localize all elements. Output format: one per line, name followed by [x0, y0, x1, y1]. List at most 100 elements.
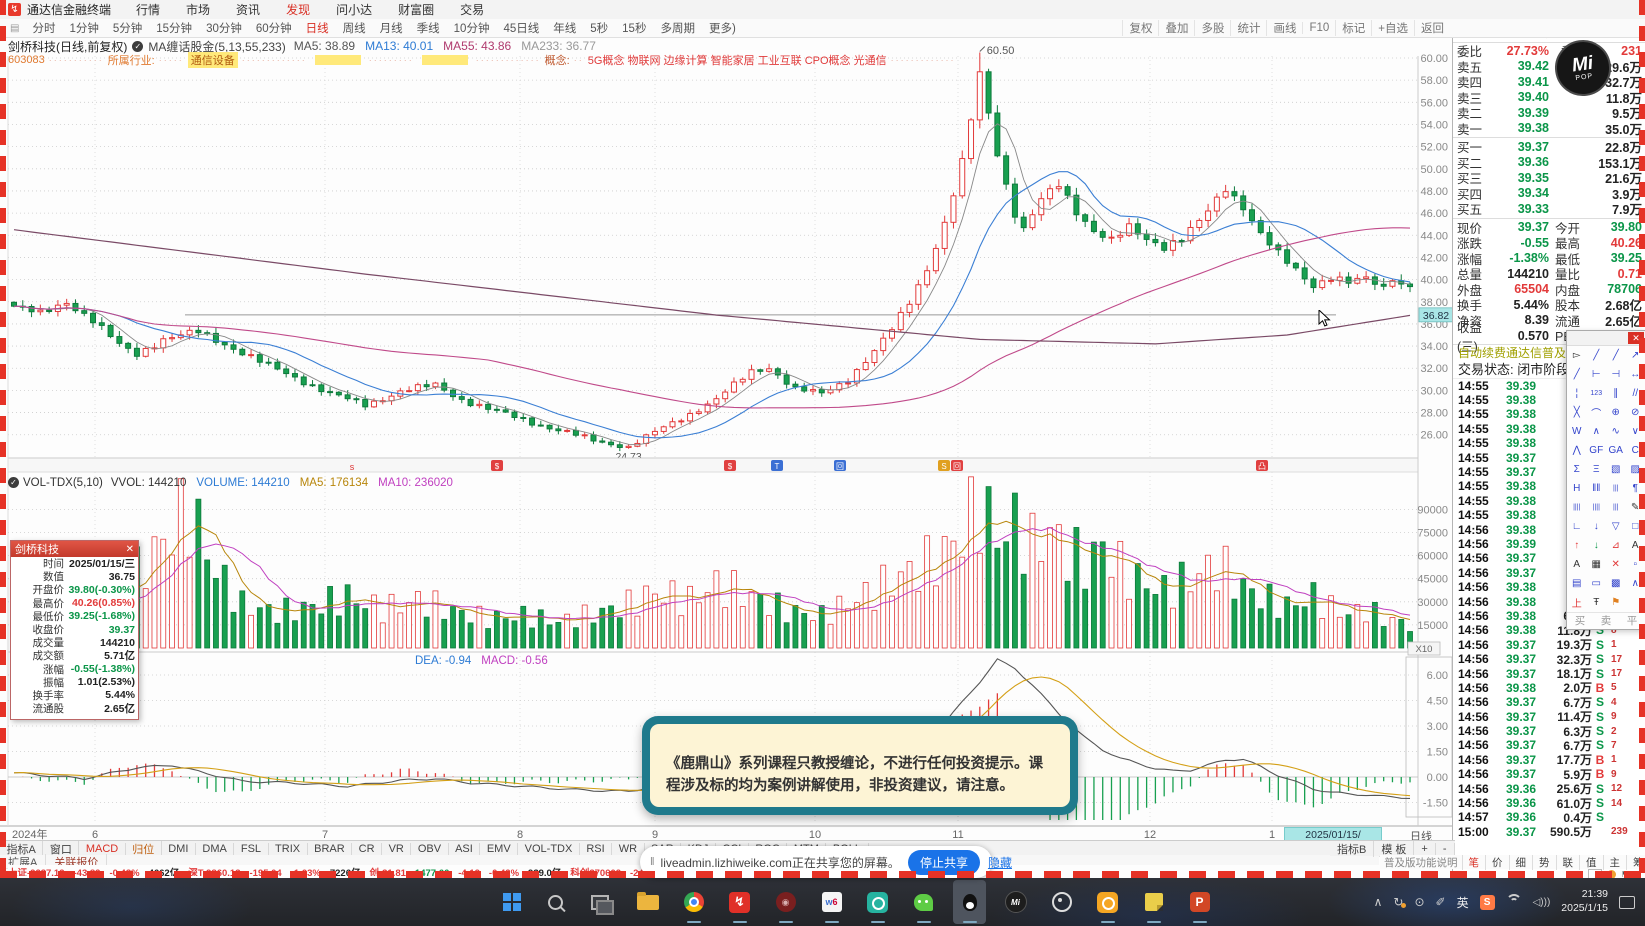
draw-tool-4-2[interactable]: ∿ — [1606, 422, 1626, 441]
draw-tool-2-0[interactable]: ¦ — [1567, 384, 1587, 403]
taskbar-teal-icon[interactable] — [861, 880, 894, 924]
taskbar-note-icon[interactable] — [1137, 880, 1170, 924]
taskbar-search-icon[interactable] — [539, 880, 572, 924]
taskbar-word-icon[interactable]: w6 — [815, 880, 848, 924]
period-1分钟[interactable]: 1分钟 — [62, 20, 105, 36]
draw-tool-6-1[interactable]: Ξ — [1587, 460, 1607, 479]
period-多周期[interactable]: 多周期 — [653, 20, 702, 36]
draw-tool-11-0[interactable]: A — [1567, 555, 1587, 574]
draw-tool-1-0[interactable]: ╱ — [1567, 365, 1587, 384]
menu-item-交易[interactable]: 交易 — [447, 3, 497, 17]
draw-tool-13-3[interactable] — [1626, 593, 1645, 612]
draw-tool-7-0[interactable]: H — [1567, 479, 1587, 498]
indicator-tab-CR[interactable]: CR — [352, 842, 383, 855]
taskbar-lz-icon[interactable] — [1091, 880, 1124, 924]
concept-tags[interactable]: 5G概念 物联网 边缘计算 智能家居 工业互联 CPO概念 光通信 — [588, 52, 887, 68]
indicator-tab-VR[interactable]: VR — [382, 842, 412, 855]
btn-指标B[interactable]: 指标B — [1330, 840, 1375, 857]
draw-tool-0-0[interactable]: ▻ — [1567, 346, 1587, 365]
draw-tool-10-2[interactable]: ⊿ — [1606, 536, 1626, 555]
tool-+自选[interactable]: +自选 — [1371, 20, 1414, 36]
tool-画线[interactable]: 画线 — [1266, 20, 1302, 36]
panel-tab-筹[interactable]: 筹 — [1627, 855, 1645, 870]
pen-icon[interactable]: ✐ — [1436, 895, 1446, 909]
menu-item-资讯[interactable]: 资讯 — [223, 3, 273, 17]
draw-tool-5-1[interactable]: GF — [1587, 441, 1607, 460]
btn--[interactable]: - — [1436, 842, 1455, 855]
period-15秒[interactable]: 15秒 — [615, 20, 653, 36]
draw-tool-3-0[interactable]: ╳ — [1567, 403, 1587, 422]
volume-icon[interactable]: ◁))) — [1533, 897, 1551, 908]
sync-icon[interactable]: ↻ — [1393, 895, 1407, 909]
close-icon[interactable]: ✕ — [1628, 332, 1644, 344]
wifi-icon[interactable] — [1505, 894, 1522, 910]
period-15分钟[interactable]: 15分钟 — [149, 20, 199, 36]
menu-item-行情[interactable]: 行情 — [123, 3, 173, 17]
indicator-tab-ASI[interactable]: ASI — [449, 842, 481, 855]
panel-tab-联[interactable]: 联 — [1557, 854, 1580, 870]
draw-tool-13-1[interactable]: Ŧ — [1587, 593, 1607, 612]
taskbar-folder-icon[interactable] — [631, 880, 664, 924]
taskbar-tdx-icon[interactable]: ↯ — [723, 880, 756, 924]
panel-tab-主[interactable]: 主 — [1604, 854, 1627, 870]
taskbar-chrome-icon[interactable] — [677, 880, 710, 924]
period-30分钟[interactable]: 30分钟 — [199, 20, 249, 36]
input-language[interactable]: 英 — [1457, 894, 1469, 911]
tool-复权[interactable]: 复权 — [1122, 20, 1158, 36]
close-icon[interactable]: ✕ — [126, 544, 134, 555]
draw-tool-1-3[interactable]: ↔ — [1626, 365, 1645, 384]
draw-tool-12-0[interactable]: ▤ — [1567, 574, 1587, 593]
draw-tool-10-3[interactable]: A — [1626, 536, 1645, 555]
taskbar-cam-icon[interactable] — [1045, 880, 1078, 924]
draw-tool-8-2[interactable]: ||| — [1606, 498, 1626, 517]
draw-tool-4-1[interactable]: ∧ — [1587, 422, 1607, 441]
draw-tool-9-0[interactable]: ∟ — [1567, 517, 1587, 536]
period-月线[interactable]: 月线 — [373, 20, 410, 36]
period-日线[interactable]: 日线 — [299, 20, 336, 36]
draw-tool-9-2[interactable]: ▽ — [1606, 517, 1626, 536]
period-45日线[interactable]: 45日线 — [496, 20, 546, 36]
period-周线[interactable]: 周线 — [336, 20, 373, 36]
menu-item-问小达[interactable]: 问小达 — [323, 3, 385, 17]
period-5秒[interactable]: 5秒 — [583, 20, 615, 36]
draw-tool-13-0[interactable]: 上 — [1567, 593, 1587, 612]
draw-tool-6-0[interactable]: Σ — [1567, 460, 1587, 479]
draw-tool-6-2[interactable]: ▧ — [1606, 460, 1626, 479]
draw-tool-8-3[interactable]: ✎ — [1626, 498, 1645, 517]
draw-tool-5-2[interactable]: GA — [1606, 441, 1626, 460]
panel-tab-细[interactable]: 细 — [1510, 854, 1533, 870]
dt-foot-买[interactable]: 买 — [1575, 613, 1586, 628]
tool-返回[interactable]: 返回 — [1414, 20, 1450, 36]
draw-tool-1-1[interactable]: ⊢ — [1587, 365, 1607, 384]
vol-indicator-name[interactable]: VOL-TDX(5,10) — [23, 477, 103, 489]
draw-tool-8-1[interactable]: |||| — [1587, 498, 1607, 517]
draw-tool-5-3[interactable]: C — [1626, 441, 1645, 460]
indicator-tab-FSL[interactable]: FSL — [234, 842, 269, 855]
indicator-tab-OBV[interactable]: OBV — [411, 842, 449, 855]
draw-tool-3-1[interactable]: ⌒ — [1587, 403, 1607, 422]
panel-tab-笔[interactable]: 笔 — [1463, 854, 1486, 870]
taskbar-ppt-icon[interactable]: P — [1183, 880, 1216, 924]
draw-tool-12-3[interactable]: ∧ — [1626, 574, 1645, 593]
draw-tool-2-3[interactable]: // — [1626, 384, 1645, 403]
notification-icon[interactable] — [1619, 895, 1635, 909]
period-10分钟[interactable]: 10分钟 — [447, 20, 497, 36]
taskbar-qq-icon[interactable] — [953, 880, 986, 924]
draw-tool-7-3[interactable]: ¶ — [1626, 479, 1645, 498]
menu-item-市场[interactable]: 市场 — [173, 3, 223, 17]
dt-foot-平[interactable]: 平 — [1627, 613, 1638, 628]
tool-F10[interactable]: F10 — [1302, 22, 1335, 34]
draw-tool-9-3[interactable]: □ — [1626, 517, 1645, 536]
menu-item-财富圈[interactable]: 财富圈 — [385, 3, 447, 17]
draw-tool-4-3[interactable]: ∨ — [1626, 422, 1645, 441]
period-分时[interactable]: 分时 — [25, 20, 62, 36]
tray-expand-icon[interactable]: ∧ — [1374, 895, 1383, 909]
popup-titlebar[interactable]: 剑桥科技 ✕ — [11, 541, 138, 557]
period-5分钟[interactable]: 5分钟 — [106, 20, 149, 36]
taskbar-wechat-icon[interactable] — [907, 880, 940, 924]
draw-tool-12-1[interactable]: ▭ — [1587, 574, 1607, 593]
draw-tool-1-2[interactable]: ⊣ — [1606, 365, 1626, 384]
stop-share-button[interactable]: 停止共享 — [907, 849, 980, 875]
period-季线[interactable]: 季线 — [410, 20, 447, 36]
panel-tab-值[interactable]: 值 — [1580, 854, 1604, 870]
